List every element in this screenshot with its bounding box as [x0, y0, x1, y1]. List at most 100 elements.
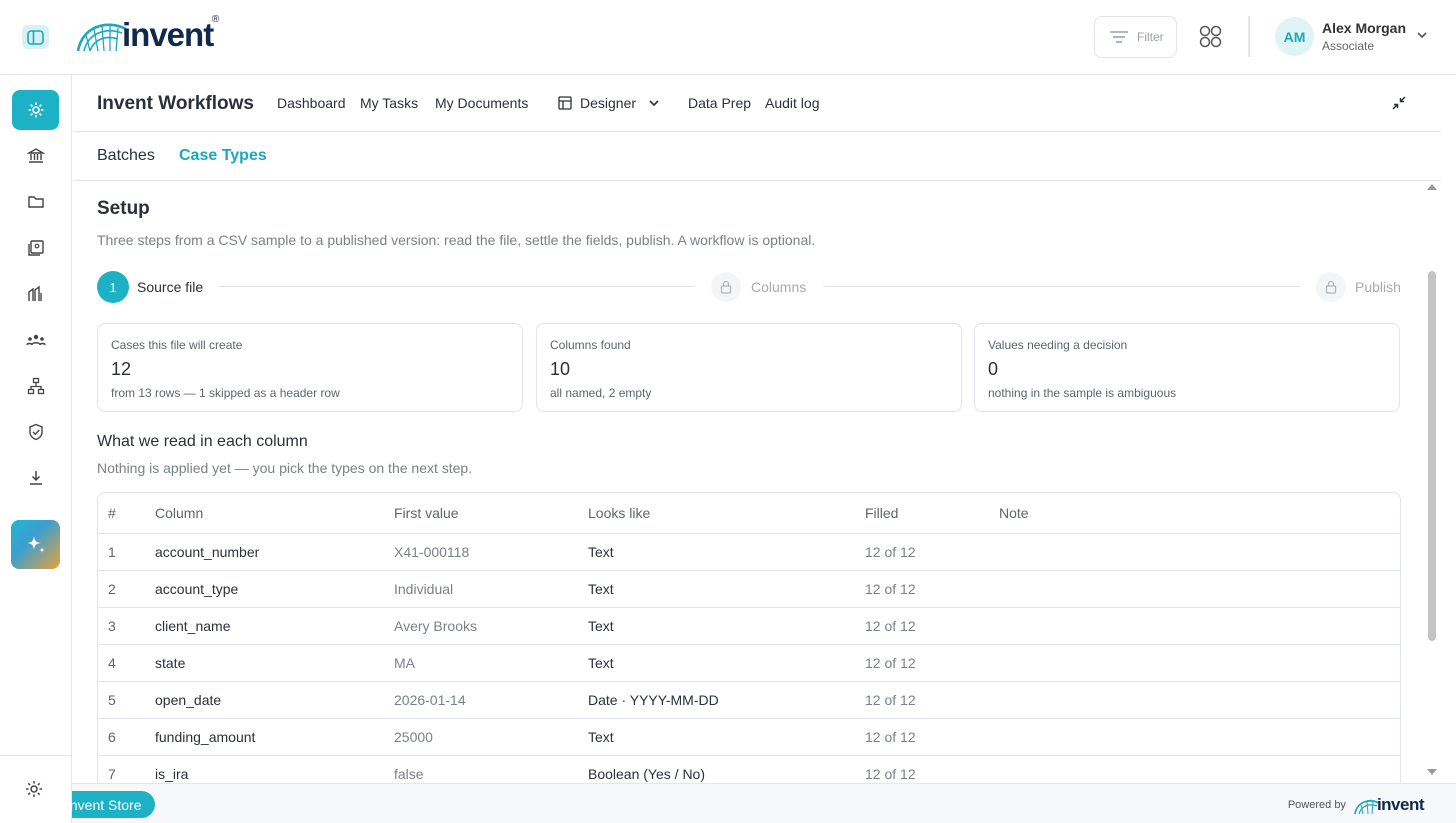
- row-looks-like: Text: [588, 581, 614, 597]
- chevron-down-icon: [649, 100, 659, 107]
- columns-table: # Column First value Looks like Filled N…: [97, 492, 1401, 783]
- nav-link-audit-log[interactable]: Audit log: [765, 95, 819, 111]
- apps-grid-icon[interactable]: [1199, 25, 1222, 48]
- row-filled: 12 of 12: [865, 729, 916, 745]
- top-bar: invent ® Filter AM Alex Morgan Associate: [0, 0, 1456, 75]
- row-first-value: Avery Brooks: [394, 618, 477, 634]
- rail-settings-cog-icon[interactable]: [12, 90, 59, 130]
- row-filled: 12 of 12: [865, 766, 916, 782]
- collapse-icon[interactable]: [1391, 95, 1407, 111]
- filter-label: Filter: [1137, 30, 1164, 44]
- row-column: open_date: [155, 692, 222, 708]
- sidebar-toggle-icon[interactable]: [22, 25, 49, 49]
- logo-text: invent: [122, 16, 214, 53]
- invent-store-button[interactable]: Invent Store: [66, 791, 155, 818]
- user-role: Associate: [1322, 39, 1375, 53]
- step-2-label: Columns: [751, 279, 807, 295]
- scroll-down-arrow-icon[interactable]: [1427, 769, 1437, 775]
- row-first-value: 2026-01-14: [394, 692, 466, 708]
- row-column: is_ira: [155, 766, 189, 782]
- scrollbar-thumb[interactable]: [1428, 271, 1436, 641]
- rail-tiles-icon[interactable]: [12, 274, 59, 314]
- row-column: client_name: [155, 618, 231, 634]
- row-first-value: 25000: [394, 729, 433, 745]
- nav-designer-dropdown[interactable]: Designer: [558, 95, 660, 111]
- main-content: Setup Three steps from a CSV sample to a…: [73, 181, 1424, 783]
- rail-verified-shield-icon[interactable]: [12, 412, 59, 452]
- step-connector: [823, 286, 1300, 287]
- stat-value: 0: [988, 359, 999, 379]
- row-num: 1: [108, 544, 116, 560]
- row-column: state: [155, 655, 186, 671]
- row-first-value: false: [394, 766, 424, 782]
- header-cell-num: #: [108, 505, 116, 521]
- rail-bank-icon[interactable]: [12, 136, 59, 176]
- stat-sub: from 13 rows — 1 skipped as a header row: [111, 386, 340, 400]
- header-cell-first-value: First value: [394, 505, 459, 521]
- step-connector: [218, 286, 695, 287]
- row-num: 5: [108, 692, 116, 708]
- header-cell-note: Note: [999, 505, 1029, 521]
- row-column: account_number: [155, 544, 260, 560]
- page-title: Setup: [97, 198, 150, 219]
- section-title: What we read in each column: [97, 433, 308, 450]
- invent-store-label: Invent Store: [66, 796, 142, 813]
- row-filled: 12 of 12: [865, 655, 916, 671]
- avatar[interactable]: AM: [1275, 17, 1314, 56]
- stat-value: 10: [550, 359, 571, 379]
- logo-mark-icon: [76, 23, 127, 52]
- vertical-scrollbar[interactable]: [1424, 181, 1441, 783]
- section-description: Nothing is applied yet — you pick the ty…: [97, 460, 473, 476]
- lock-icon: [1316, 272, 1346, 302]
- chevron-down-icon[interactable]: [1416, 31, 1428, 39]
- row-filled: 12 of 12: [865, 544, 916, 560]
- scroll-up-arrow-icon[interactable]: [1427, 184, 1437, 190]
- row-looks-like: Text: [588, 618, 614, 634]
- step-1-label[interactable]: Source file: [137, 279, 203, 295]
- row-num: 4: [108, 655, 116, 671]
- rail-documents-icon[interactable]: [12, 228, 59, 268]
- row-num: 3: [108, 618, 116, 634]
- row-looks-like: Text: [588, 544, 614, 560]
- nav-link-dashboard[interactable]: Dashboard: [277, 95, 346, 111]
- header-cell-column: Column: [155, 505, 204, 521]
- gear-icon[interactable]: [24, 779, 44, 799]
- rail-org-chart-icon[interactable]: [12, 366, 59, 406]
- page-description: Three steps from a CSV sample to a publi…: [97, 232, 816, 248]
- table-row[interactable]: 1 account_number X41-000118 Text 12 of 1…: [98, 534, 1400, 571]
- ai-assistant-button[interactable]: [11, 520, 60, 569]
- row-num: 2: [108, 581, 116, 597]
- nav-link-data-prep[interactable]: Data Prep: [688, 95, 751, 111]
- registered-mark: ®: [211, 14, 220, 25]
- tab-batches[interactable]: Batches: [97, 147, 155, 165]
- row-filled: 12 of 12: [865, 581, 916, 597]
- tab-case-types[interactable]: Case Types: [179, 147, 267, 165]
- row-looks-like: Text: [588, 729, 614, 745]
- rail-team-icon[interactable]: [12, 320, 59, 360]
- row-column: account_type: [155, 581, 239, 597]
- row-num: 7: [108, 766, 116, 782]
- table-row[interactable]: 6 funding_amount 25000 Text 12 of 12: [98, 719, 1400, 756]
- user-name[interactable]: Alex Morgan: [1322, 20, 1406, 36]
- table-row[interactable]: 3 client_name Avery Brooks Text 12 of 12: [98, 608, 1400, 645]
- sparkle-icon: [26, 535, 45, 553]
- table-row[interactable]: 2 account_type Individual Text 12 of 12: [98, 571, 1400, 608]
- stat-card-decisions: Values needing a decision 0 nothing in t…: [974, 323, 1400, 412]
- rail-download-icon[interactable]: [12, 458, 59, 498]
- footer-logo: invent: [1354, 795, 1425, 815]
- stat-sub: nothing in the sample is ambiguous: [988, 386, 1177, 400]
- nav-link-my-tasks[interactable]: My Tasks: [360, 95, 418, 111]
- table-row[interactable]: 7 is_ira false Boolean (Yes / No) 12 of …: [98, 756, 1400, 783]
- nav-link-my-documents[interactable]: My Documents: [435, 95, 528, 111]
- row-looks-like: Text: [588, 655, 614, 671]
- rail-folder-icon[interactable]: [12, 182, 59, 222]
- brand-logo[interactable]: invent ®: [76, 14, 219, 53]
- stat-label: Cases this file will create: [111, 338, 243, 352]
- table-row[interactable]: 5 open_date 2026-01-14 Date · YYYY-MM-DD…: [98, 682, 1400, 719]
- stat-sub: all named, 2 empty: [550, 386, 652, 400]
- table-row[interactable]: 4 state MA Text 12 of 12: [98, 645, 1400, 682]
- filter-button[interactable]: Filter: [1094, 16, 1177, 58]
- stat-card-cases: Cases this file will create 12 from 13 r…: [97, 323, 523, 412]
- header-cell-looks-like: Looks like: [588, 505, 651, 521]
- step-1-indicator[interactable]: 1: [97, 271, 129, 303]
